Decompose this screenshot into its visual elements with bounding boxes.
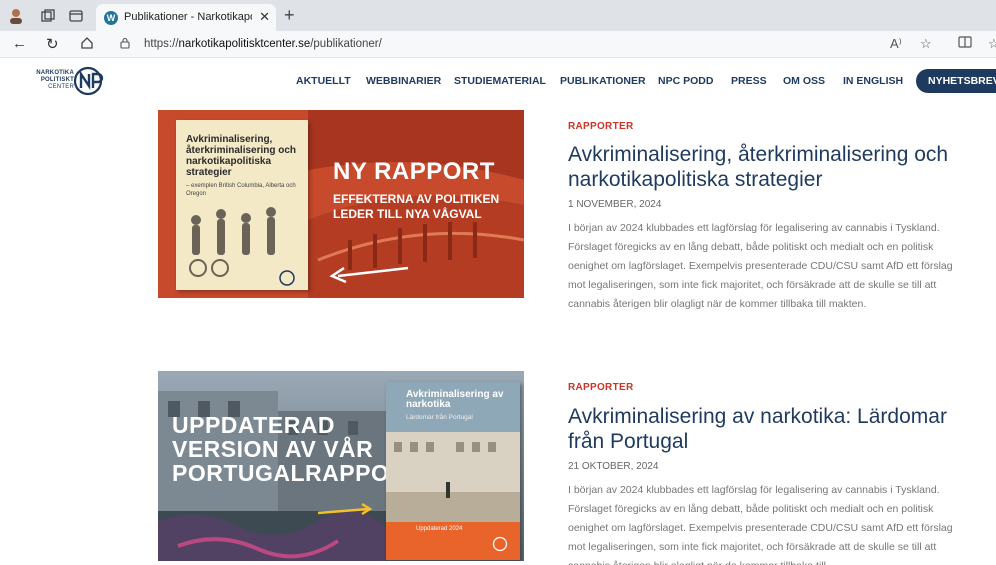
nav-om-oss[interactable]: OM OSS bbox=[783, 75, 825, 87]
nav-in-english[interactable]: IN ENGLISH bbox=[843, 75, 903, 87]
browser-tab-active[interactable]: W Publikationer - Narkotikapolitiskt ✕ bbox=[96, 4, 276, 31]
favorites-icon[interactable]: ☆ bbox=[988, 36, 996, 52]
report-cover-1: Avkriminalisering, återkriminalisering o… bbox=[176, 120, 308, 290]
lock-icon bbox=[120, 37, 130, 52]
book2-edition: Uppdaterad 2024 bbox=[416, 526, 463, 532]
nav-press[interactable]: PRESS bbox=[731, 75, 767, 87]
npc-small-logo-icon bbox=[492, 536, 508, 552]
banner-2-headline: UPPDATERAD VERSION AV VÅR PORTUGALRAPPOR… bbox=[172, 413, 421, 485]
article-1-category[interactable]: RAPPORTER bbox=[568, 121, 633, 132]
wordpress-icon: W bbox=[104, 11, 118, 25]
tab-title: Publikationer - Narkotikapolitiskt bbox=[124, 11, 252, 23]
reload-icon[interactable]: ↻ bbox=[46, 35, 59, 53]
nav-publikationer[interactable]: PUBLIKATIONER bbox=[560, 75, 646, 87]
url-host: narkotikapolitisktcenter.se bbox=[178, 38, 311, 50]
article-1-title[interactable]: Avkriminalisering, återkriminalisering o… bbox=[568, 142, 968, 192]
favorite-star-icon[interactable]: ☆ bbox=[920, 36, 932, 52]
article-1-date: 1 NOVEMBER, 2024 bbox=[568, 199, 662, 210]
book2-band: Uppdaterad 2024 bbox=[386, 522, 520, 560]
article-2-image[interactable]: UPPDATERAD VERSION AV VÅR PORTUGALRAPPOR… bbox=[158, 371, 524, 561]
url-scheme: https:// bbox=[144, 38, 179, 50]
tab-actions-icon[interactable] bbox=[68, 8, 84, 24]
home-icon[interactable] bbox=[80, 36, 94, 54]
article-2-title[interactable]: Avkriminalisering av narkotika: Lärdomar… bbox=[568, 404, 968, 454]
book1-title: Avkriminalisering, återkriminalisering o… bbox=[186, 134, 297, 178]
browser-tab-bar: W Publikationer - Narkotikapolitiskt ✕ + bbox=[0, 0, 996, 31]
back-arrow-icon[interactable]: ← bbox=[12, 35, 27, 52]
read-aloud-icon[interactable]: A⁾ bbox=[890, 36, 902, 52]
close-tab-icon[interactable]: ✕ bbox=[259, 9, 270, 25]
workspaces-icon[interactable] bbox=[40, 8, 56, 24]
logo-line3: CENTER bbox=[48, 84, 74, 90]
split-screen-icon[interactable] bbox=[958, 36, 972, 51]
url-path: /publikationer/ bbox=[310, 38, 382, 50]
nav-webbinarier[interactable]: WEBBINARIER bbox=[366, 75, 441, 87]
nav-studiematerial[interactable]: STUDIEMATERIAL bbox=[454, 75, 546, 87]
logo-line1: NARKOTIKA bbox=[36, 70, 74, 76]
nav-aktuellt[interactable]: AKTUELLT bbox=[296, 75, 351, 87]
article-2-date: 21 OKTOBER, 2024 bbox=[568, 461, 659, 472]
site-logo-text[interactable]: NARKOTIKA POLITISKT CENTER bbox=[30, 70, 74, 91]
banner-2-line-1: UPPDATERAD bbox=[172, 412, 336, 438]
banner-1-subline: EFFEKTERNA AV POLITIKEN LEDER TILL NYA V… bbox=[333, 192, 499, 222]
banner-1-subline-2: LEDER TILL NYA VÅGVAL bbox=[333, 207, 482, 221]
url-text: https://narkotikapolitisktcenter.se/publ… bbox=[144, 38, 382, 50]
new-tab-button[interactable]: + bbox=[284, 5, 295, 26]
banner-2-line-2: VERSION AV VÅR bbox=[172, 436, 374, 462]
article-2-excerpt: I början av 2024 klubbades ett lagförsla… bbox=[568, 484, 953, 565]
article-1-image[interactable]: Avkriminalisering, återkriminalisering o… bbox=[158, 110, 524, 298]
npc-logo-icon[interactable] bbox=[73, 65, 107, 102]
article-2-category[interactable]: RAPPORTER bbox=[568, 382, 633, 393]
book2-subtitle: Lärdomar från Portugal bbox=[406, 414, 473, 421]
article-1-excerpt: I början av 2024 klubbades ett lagförsla… bbox=[568, 222, 953, 310]
banner-2-line-3: PORTUGALRAPPORT bbox=[172, 460, 421, 486]
url-field[interactable]: https://narkotikapolitisktcenter.se/publ… bbox=[110, 34, 996, 55]
banner-1-headline: NY RAPPORT bbox=[333, 158, 495, 185]
book2-title: Avkriminalisering av narkotika bbox=[406, 389, 504, 410]
people-silhouettes bbox=[189, 207, 295, 286]
banner-1-subline-1: EFFEKTERNA AV POLITIKEN bbox=[333, 192, 500, 206]
address-bar-row: ← ↻ https://narkotikapolitisktcenter.se/… bbox=[0, 31, 996, 58]
newsletter-button[interactable]: NYHETSBREV bbox=[916, 69, 996, 93]
site-header: NARKOTIKA POLITISKT CENTER AKTUELLT WEBB… bbox=[0, 58, 996, 104]
nav-npc-podd[interactable]: NPC PODD bbox=[658, 75, 713, 87]
report-cover-2: Avkriminalisering av narkotika Lärdomar … bbox=[386, 382, 520, 560]
logo-line2: POLITISKT bbox=[40, 77, 74, 83]
book1-subtitle: – exemplen British Columbia, Alberta och… bbox=[186, 183, 296, 197]
profile-avatar-icon[interactable] bbox=[8, 8, 24, 24]
